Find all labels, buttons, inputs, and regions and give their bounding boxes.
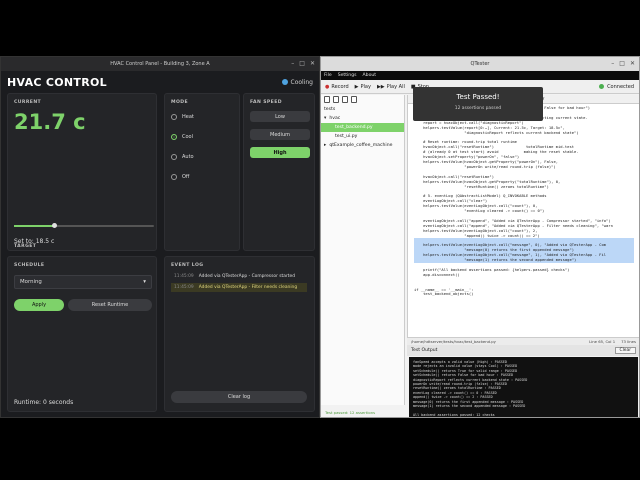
clear-output-button[interactable]: Clear: [614, 347, 636, 354]
open-file-icon[interactable]: [342, 96, 348, 103]
menu-about[interactable]: About: [363, 73, 377, 78]
test-output-console: fanSpeed accepts a valid value (High) : …: [409, 357, 638, 417]
play-all-button[interactable]: ▶▶ Play All: [377, 84, 405, 90]
close-icon[interactable]: ✕: [310, 60, 315, 68]
toast-title: Test Passed!: [456, 93, 500, 101]
target-set-text: Set to: 18.5 c: [14, 238, 55, 245]
hvac-window: HVAC Control Panel - Building 3, Zone A …: [0, 56, 320, 418]
schedule-label: SCHEDULE: [14, 263, 45, 268]
maximize-icon[interactable]: □: [619, 60, 625, 68]
current-card: CURRENT 21.7 c TARGET Set to: 18.5 c: [7, 93, 157, 251]
log-entry-warning: 11:45:09 Added via QTesterApp - Filter n…: [171, 283, 307, 292]
schedule-card: SCHEDULE Morning ▾ Apply Reset Runtime R…: [7, 256, 157, 412]
status-text: Cooling: [290, 78, 313, 86]
qtester-window: QTester – □ ✕ File Settings About ● Reco…: [320, 56, 640, 418]
log-entry: 11:45:09 Added via QTesterApp - Compress…: [174, 274, 295, 279]
fan-card: FAN SPEED Low Medium High: [243, 93, 315, 251]
tree-folder-coffee[interactable]: ▸ qtExample_coffee_machine: [321, 141, 404, 150]
minimize-icon[interactable]: –: [611, 60, 614, 68]
slider-handle[interactable]: [52, 223, 58, 228]
apply-button[interactable]: Apply: [14, 299, 64, 311]
fan-label: FAN SPEED: [250, 100, 282, 105]
close-icon[interactable]: ✕: [630, 60, 635, 68]
qt-titlebar: QTester – □ ✕: [321, 57, 639, 71]
record-button[interactable]: ● Record: [325, 84, 349, 90]
tree-item-test-backend[interactable]: test_backend.py: [321, 123, 404, 132]
clear-log-button[interactable]: Clear log: [171, 391, 307, 403]
play-all-icon: ▶▶: [376, 83, 385, 90]
mode-off[interactable]: Off: [171, 174, 189, 180]
hvac-window-title: HVAC Control Panel - Building 3, Zone A: [110, 61, 210, 67]
current-temp: 21.7 c: [14, 110, 86, 134]
maximize-icon[interactable]: □: [299, 60, 305, 68]
schedule-select[interactable]: Morning ▾: [14, 275, 152, 289]
record-icon: ●: [325, 83, 330, 90]
play-icon: ▶: [354, 83, 359, 90]
mode-cool[interactable]: Cool: [171, 134, 193, 140]
new-folder-icon[interactable]: [333, 96, 339, 103]
radio-selected-icon: [171, 134, 177, 140]
line-count: 73 lines: [621, 339, 636, 344]
app-title: HVAC CONTROL: [7, 75, 107, 89]
event-log-card: EVENT LOG 11:45:09 Added via QTesterApp …: [164, 256, 315, 412]
menu-settings[interactable]: Settings: [338, 73, 357, 78]
chevron-down-icon: ▾: [143, 279, 146, 285]
toast-subtitle: 12 assertions passed: [454, 106, 502, 111]
code-line: test_backend_objects(): [414, 291, 474, 297]
cursor-position: Line 65, Col 1: [589, 339, 616, 344]
minimize-icon[interactable]: –: [291, 60, 294, 68]
event-log-label: EVENT LOG: [171, 263, 204, 268]
output-label: Test Output: [411, 348, 438, 353]
fan-medium-button[interactable]: Medium: [250, 129, 310, 140]
editor-status: /home/hdtserver/tests/hvac/test_backend.…: [407, 337, 639, 345]
chevron-right-icon: ▸: [324, 143, 327, 148]
status-indicator: Cooling: [281, 78, 313, 86]
reset-runtime-button[interactable]: Reset Runtime: [68, 299, 152, 311]
status-dot-icon: [281, 79, 288, 85]
delete-icon[interactable]: [351, 96, 357, 103]
bottom-status: Test passed: 12 assertions: [325, 409, 376, 415]
test-tree: tests ▾ hvac test_backend.py test_ui.py ▸…: [321, 95, 405, 405]
mode-auto[interactable]: Auto: [171, 154, 194, 160]
fan-low-button[interactable]: Low: [250, 111, 310, 122]
radio-icon: [171, 154, 177, 160]
tree-item-test-ui[interactable]: test_ui.py: [321, 132, 404, 141]
test-passed-toast: Test Passed! 12 assertions passed: [413, 87, 543, 121]
tree-root[interactable]: tests: [321, 105, 404, 114]
connection-status: Connected: [599, 84, 634, 90]
mode-heat[interactable]: Heat: [171, 114, 194, 120]
tree-folder-hvac[interactable]: ▾ hvac: [321, 114, 404, 123]
fan-high-button[interactable]: High: [250, 147, 310, 158]
mode-label: MODE: [171, 100, 189, 105]
menu-bar: File Settings About: [321, 71, 639, 80]
output-header: Test Output Clear: [407, 345, 639, 356]
radio-icon: [171, 114, 177, 120]
connected-dot-icon: [599, 84, 605, 89]
file-path: /home/hdtserver/tests/hvac/test_backend.…: [411, 339, 496, 344]
runtime-text: Runtime: 0 seconds: [14, 399, 74, 406]
play-button[interactable]: ▶ Play: [355, 84, 371, 90]
radio-icon: [171, 174, 177, 180]
schedule-value: Morning: [20, 279, 42, 285]
hvac-titlebar: HVAC Control Panel - Building 3, Zone A …: [1, 57, 319, 71]
tree-toolbar: [321, 95, 404, 105]
current-label: CURRENT: [14, 100, 42, 105]
target-slider[interactable]: [14, 223, 154, 228]
new-file-icon[interactable]: [324, 96, 330, 103]
hvac-header: HVAC CONTROL Cooling: [1, 71, 319, 93]
qt-window-title: QTester: [470, 61, 490, 67]
output-line: All backend assertions passed: 12 checks: [413, 412, 495, 417]
menu-file[interactable]: File: [324, 73, 332, 78]
code-area[interactable]: helpers.testValue(bad, False, "setSchedu…: [408, 104, 639, 299]
mode-card: MODE Heat Cool Auto Off: [164, 93, 240, 251]
code-editor[interactable]: test_backend.py helpers.testValue(bad, F…: [407, 95, 639, 337]
slider-fill: [14, 225, 55, 227]
chevron-down-icon: ▾: [324, 116, 327, 121]
